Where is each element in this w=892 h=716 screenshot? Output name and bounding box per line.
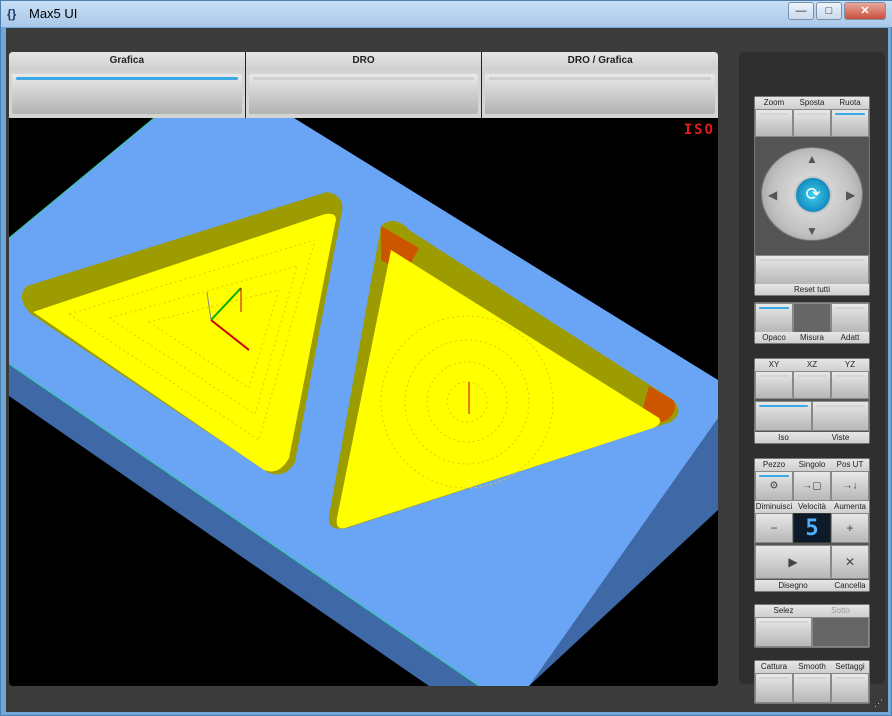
delete-label: Cancella: [834, 581, 866, 590]
increase-label: Aumenta: [833, 502, 867, 511]
client-area: Grafica DRO DRO / Grafica ISO Zoom Spost…: [6, 28, 888, 712]
select-button[interactable]: [755, 617, 812, 647]
direction-pad-ring: ▲ ▼ ◀ ▶ ⟳: [761, 147, 863, 241]
measure-button[interactable]: [793, 303, 831, 333]
simulation-group: Pezzo Singolo Pos UT ⚙ →▢ →↓ Diminuisci …: [754, 458, 870, 592]
piece-label: Pezzo: [762, 460, 786, 469]
speed-label: Velocità: [797, 502, 827, 511]
main-window: {} Max5 UI — □ ✕ Grafica DRO DRO / Grafi…: [0, 0, 892, 716]
rotate-button[interactable]: [831, 109, 869, 137]
tab-dro-grafica[interactable]: DRO / Grafica: [482, 52, 718, 118]
iso-label: Iso: [778, 433, 789, 442]
display-group: Opaco Misura Adatt: [754, 302, 870, 344]
smooth-label: Smooth: [798, 662, 826, 671]
minus-icon: −: [770, 521, 778, 535]
xy-view-button[interactable]: [755, 371, 793, 399]
xy-label: XY: [768, 360, 780, 369]
iso-view-button[interactable]: [755, 401, 812, 431]
capture-button[interactable]: [755, 673, 793, 703]
smooth-button[interactable]: [793, 673, 831, 703]
tab-dro[interactable]: DRO: [245, 52, 483, 118]
single-button[interactable]: →▢: [793, 471, 831, 501]
tool-pos-label: Pos UT: [836, 460, 864, 469]
select-group: Selez Sotto: [754, 604, 870, 648]
resize-grip-icon[interactable]: ⋰: [874, 698, 884, 708]
arrow-left-icon[interactable]: ◀: [768, 188, 777, 202]
capture-label: Cattura: [760, 662, 788, 671]
zoom-button[interactable]: [755, 109, 793, 137]
fit-label: Adatt: [840, 333, 860, 342]
draw-label: Disegno: [778, 581, 808, 590]
delete-button[interactable]: ✕: [831, 545, 869, 579]
settings-label: Settaggi: [835, 662, 865, 671]
decrease-label: Diminuisci: [755, 502, 793, 511]
views-group: XY XZ YZ Iso Viste: [754, 358, 870, 444]
decrease-speed-button[interactable]: −: [755, 513, 793, 543]
yz-label: YZ: [844, 360, 856, 369]
pan-button[interactable]: [793, 109, 831, 137]
view-label: ISO: [683, 122, 715, 138]
tab-label: DRO / Grafica: [482, 52, 718, 70]
speed-value: 5: [793, 513, 831, 543]
arrow-up-icon[interactable]: ▲: [806, 152, 818, 166]
single-label: Singolo: [798, 460, 826, 469]
rotate-label: Ruota: [839, 98, 861, 107]
select-label: Selez: [773, 606, 794, 615]
hatch-label: Sotto: [831, 606, 850, 615]
play-icon: ▶: [788, 555, 798, 569]
arrow-down-icon[interactable]: ▼: [806, 224, 818, 238]
hatch-button[interactable]: [812, 617, 869, 647]
piece-button[interactable]: ⚙: [755, 471, 793, 501]
capture-group: Cattura Smooth Settaggi: [754, 660, 870, 704]
reset-all-button[interactable]: [755, 255, 869, 285]
opaque-label: Opaco: [762, 333, 786, 342]
tab-label: DRO: [245, 52, 482, 70]
xz-view-button[interactable]: [793, 371, 831, 399]
window-title: Max5 UI: [29, 6, 78, 21]
fit-button[interactable]: [831, 303, 869, 333]
arrow-right-icon[interactable]: ▶: [846, 188, 855, 202]
pan-label: Sposta: [799, 98, 825, 107]
settings-button[interactable]: [831, 673, 869, 703]
tab-button[interactable]: [12, 74, 242, 114]
view-tabs: Grafica DRO DRO / Grafica: [9, 52, 718, 118]
plus-icon: +: [846, 521, 854, 535]
measure-label: Misura: [799, 333, 824, 342]
direction-pad: ▲ ▼ ◀ ▶ ⟳: [755, 139, 869, 253]
toolpath-scene: [9, 118, 718, 686]
app-icon: {}: [7, 7, 17, 21]
tab-label: Grafica: [9, 52, 245, 70]
navigation-group: Zoom Sposta Ruota ▲ ▼ ◀ ▶ ⟳ Reset tutti: [754, 96, 870, 296]
control-panel: Zoom Sposta Ruota ▲ ▼ ◀ ▶ ⟳ Reset tutti …: [739, 52, 885, 704]
refresh-icon[interactable]: ⟳: [794, 176, 832, 214]
draw-button[interactable]: ▶: [755, 545, 831, 579]
title-bar: {} Max5 UI — □ ✕: [1, 1, 892, 27]
yz-view-button[interactable]: [831, 371, 869, 399]
reset-all-label: Reset tutti: [793, 285, 830, 294]
zoom-label: Zoom: [763, 98, 785, 107]
graphics-panel: Grafica DRO DRO / Grafica ISO: [9, 52, 718, 686]
close-button[interactable]: ✕: [844, 2, 886, 20]
views-label: Viste: [831, 433, 850, 442]
tab-grafica[interactable]: Grafica: [9, 52, 246, 118]
minimize-button[interactable]: —: [788, 2, 814, 20]
opaque-button[interactable]: [755, 303, 793, 333]
views-button[interactable]: [812, 401, 869, 431]
maximize-button[interactable]: □: [816, 2, 842, 20]
tab-button[interactable]: [248, 74, 479, 114]
graphics-viewport[interactable]: ISO: [9, 118, 718, 686]
increase-speed-button[interactable]: +: [831, 513, 869, 543]
tool-pos-button[interactable]: →↓: [831, 471, 869, 501]
xz-label: XZ: [806, 360, 818, 369]
close-icon: ✕: [844, 555, 856, 569]
tab-button[interactable]: [485, 74, 716, 114]
